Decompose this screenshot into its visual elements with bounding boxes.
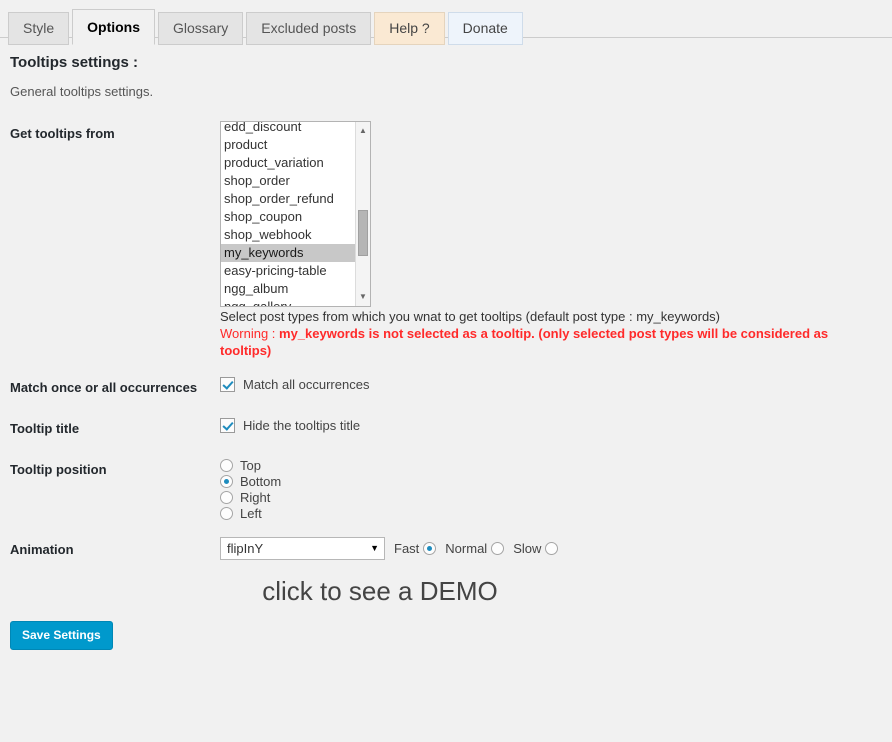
speed-radio-normal[interactable] [491,542,505,555]
match-all-occurrences-checkbox[interactable] [220,377,235,392]
row-animation: Animation flipInY ▼ Fast Normal Slow cli… [0,529,892,617]
animation-controls: flipInY ▼ Fast Normal Slow [220,537,882,560]
listbox-scrollbar[interactable]: ▲ ▼ [355,122,370,306]
list-item[interactable]: shop_order_refund [221,190,355,208]
position-option-top[interactable]: Top [220,457,882,473]
list-item[interactable]: ngg_gallery [221,298,355,306]
post-types-note: Select post types from which you wnat to… [220,309,721,324]
row-tooltip-position: Tooltip position Top Bottom Right Left [0,449,892,529]
speed-option-slow[interactable]: Slow [513,541,559,556]
speed-label-slow[interactable]: Slow [513,541,541,556]
chevron-down-icon: ▼ [370,543,379,553]
animation-select[interactable]: flipInY ▼ [220,537,385,560]
position-option-left[interactable]: Left [220,505,882,521]
label-animation: Animation [10,542,74,557]
position-label-right[interactable]: Right [240,490,270,505]
label-tooltip-title: Tooltip title [10,421,80,436]
list-item[interactable]: shop_coupon [221,208,355,226]
speed-label-normal[interactable]: Normal [445,541,487,556]
tab-bar: Style Options Glossary Excluded posts Help ?… [0,0,892,45]
post-types-options: edd_discount product product_variation s… [221,122,355,306]
page-subtitle: General tooltips settings. [10,84,154,99]
animation-demo-text[interactable]: click to see a DEMO [220,574,540,609]
label-get-tooltips-from: Get tooltips from [10,126,115,141]
speed-option-fast[interactable]: Fast [394,541,437,556]
match-all-occurrences-label[interactable]: Match all occurrences [243,377,369,392]
list-item[interactable]: product [221,136,355,154]
match-all-occurrences-row[interactable]: Match all occurrences [220,377,882,392]
list-item[interactable]: shop_webhook [221,226,355,244]
speed-option-normal[interactable]: Normal [445,541,505,556]
tab-glossary[interactable]: Glossary [158,12,244,45]
animation-select-value: flipInY [227,541,264,556]
tab-excluded-posts[interactable]: Excluded posts [246,12,372,45]
list-item[interactable]: ngg_album [221,280,355,298]
row-tooltip-title: Tooltip title Hide the tooltips title [0,408,892,449]
scroll-down-arrow-icon[interactable]: ▼ [356,290,370,304]
position-radio-top[interactable] [220,458,233,472]
tab-donate[interactable]: Donate [447,12,523,45]
hide-tooltips-title-row[interactable]: Hide the tooltips title [220,418,882,433]
label-match-occurrences: Match once or all occurrences [10,380,198,395]
list-item-selected[interactable]: my_keywords [221,244,355,262]
position-radio-right[interactable] [220,490,233,504]
save-settings-button[interactable]: Save Settings [10,621,113,650]
position-option-right[interactable]: Right [220,489,882,505]
hide-tooltips-title-label[interactable]: Hide the tooltips title [243,418,360,433]
animation-speed-group: Fast Normal Slow [394,541,559,556]
speed-label-fast[interactable]: Fast [394,541,419,556]
position-label-top[interactable]: Top [240,458,261,473]
warning-prefix: Worning : [220,326,280,341]
settings-form: Get tooltips from edd_discount product p… [0,113,892,617]
tab-options[interactable]: Options [72,9,156,45]
list-item[interactable]: product_variation [221,154,355,172]
row-get-tooltips-from: Get tooltips from edd_discount product p… [0,113,892,367]
scrollbar-thumb[interactable] [358,210,368,256]
tab-help[interactable]: Help ? [374,12,445,45]
position-label-left[interactable]: Left [240,506,262,521]
post-types-listbox[interactable]: edd_discount product product_variation s… [220,121,371,307]
speed-radio-slow[interactable] [545,542,559,555]
tab-style[interactable]: Style [8,12,70,45]
list-item[interactable]: easy-pricing-table [221,262,355,280]
hide-tooltips-title-checkbox[interactable] [220,418,235,433]
position-radio-bottom[interactable] [220,474,233,488]
scroll-up-arrow-icon[interactable]: ▲ [356,124,370,138]
position-radio-left[interactable] [220,506,233,520]
warning-message: my_keywords is not selected as a tooltip… [220,326,829,358]
position-option-bottom[interactable]: Bottom [220,473,882,489]
position-label-bottom[interactable]: Bottom [240,474,281,489]
speed-radio-fast[interactable] [423,542,437,555]
list-item[interactable]: edd_discount [221,122,355,136]
label-tooltip-position: Tooltip position [10,462,107,477]
row-match-occurrences: Match once or all occurrences Match all … [0,367,892,408]
save-area: Save Settings [10,621,892,650]
list-item[interactable]: shop_order [221,172,355,190]
post-types-warning: Worning : my_keywords is not selected as… [220,325,882,359]
page-title: Tooltips settings : [10,54,139,71]
